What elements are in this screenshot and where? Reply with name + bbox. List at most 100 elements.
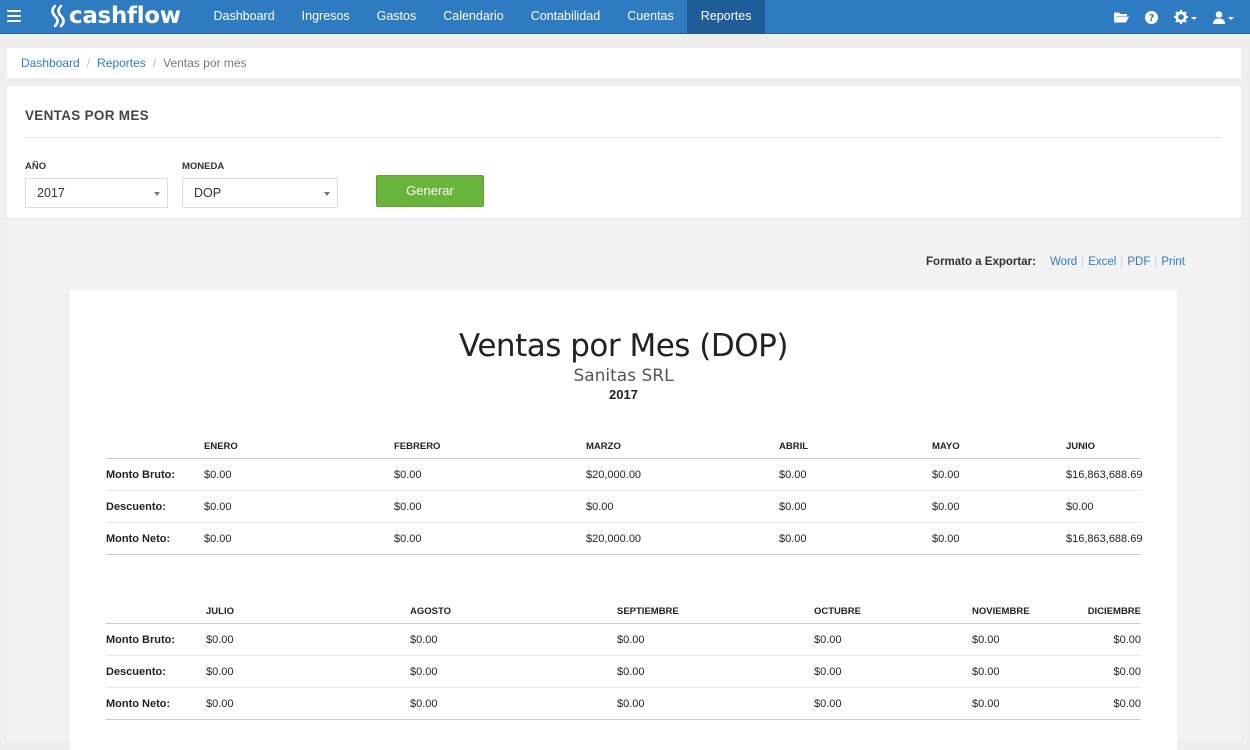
breadcrumb-reportes[interactable]: Reportes [97, 56, 146, 70]
table-cell: $0.00 [410, 634, 438, 646]
month-header: SEPTIEMBRE [617, 606, 679, 617]
table-cell: $0.00 [1113, 666, 1141, 678]
help-icon[interactable]: ? [1145, 10, 1158, 24]
export-label: Formato a Exportar: [926, 256, 1036, 268]
table-cell: $16,863,688.69 [1066, 533, 1143, 545]
table-cell: $0.00 [972, 698, 1000, 710]
table-cell: $0.00 [779, 501, 807, 513]
menu-icon[interactable] [7, 10, 21, 22]
table-cell: $0.00 [206, 634, 234, 646]
svg-text:?: ? [1149, 13, 1155, 24]
month-header: JULIO [206, 606, 234, 617]
table-cell: $0.00 [394, 501, 422, 513]
table-cell: $0.00 [586, 501, 614, 513]
nav-contabilidad[interactable]: Contabilidad [517, 0, 614, 34]
table-cell: $0.00 [204, 501, 232, 513]
table-cell: $0.00 [932, 501, 960, 513]
row-label: Monto Neto: [106, 698, 171, 710]
table-cell: $0.00 [814, 634, 842, 646]
table-row: Monto Bruto: $0.00 $0.00 $0.00 $0.00 $0.… [106, 624, 1141, 656]
table-cell: $0.00 [206, 698, 234, 710]
table-cell: $0.00 [972, 634, 1000, 646]
cashflow-logo-icon [51, 4, 65, 28]
month-header: ABRIL [779, 441, 809, 452]
nav-reportes[interactable]: Reportes [687, 0, 765, 34]
months-table-second-half: JULIO AGOSTO SEPTIEMBRE OCTUBRE NOVIEMBR… [106, 596, 1141, 720]
divider [25, 137, 1222, 138]
table-header: JULIO AGOSTO SEPTIEMBRE OCTUBRE NOVIEMBR… [106, 596, 1141, 624]
breadcrumb: Dashboard / Reportes / Ventas por mes [7, 48, 1241, 78]
export-print-link[interactable]: Print [1156, 256, 1190, 268]
nav-right-tools: ? [1114, 0, 1250, 34]
table-row: Descuento: $0.00 $0.00 $0.00 $0.00 $0.00… [106, 656, 1141, 688]
page-title: VENTAS POR MES [25, 108, 149, 123]
table-cell: $0.00 [204, 533, 232, 545]
chevron-down-icon [154, 192, 160, 196]
report-document: Ventas por Mes (DOP) Sanitas SRL 2017 EN… [70, 290, 1177, 750]
gear-icon[interactable] [1174, 10, 1197, 24]
months-table-first-half: ENERO FEBRERO MARZO ABRIL MAYO JUNIO Mon… [106, 431, 1143, 555]
breadcrumb-current: Ventas por mes [163, 56, 247, 70]
table-cell: $0.00 [932, 533, 960, 545]
breadcrumb-dashboard[interactable]: Dashboard [21, 56, 80, 70]
row-label: Monto Bruto: [106, 634, 176, 646]
report-year: 2017 [609, 387, 638, 402]
month-header: ENERO [204, 441, 238, 452]
table-row: Descuento: $0.00 $0.00 $0.00 $0.00 $0.00… [106, 491, 1141, 523]
year-select[interactable]: 2017 [25, 178, 168, 208]
row-label: Descuento: [106, 501, 166, 513]
month-header: OCTUBRE [814, 606, 861, 617]
table-cell: $0.00 [617, 698, 645, 710]
export-pdf-link[interactable]: PDF [1122, 256, 1155, 268]
report-panel: VENTAS POR MES AÑO 2017 MONEDA DOP Gener… [7, 86, 1241, 750]
month-header: FEBRERO [394, 441, 441, 452]
table-cell: $20,000.00 [586, 533, 642, 545]
chevron-down-icon [1228, 16, 1234, 20]
month-header: MAYO [932, 441, 960, 452]
table-cell: $0.00 [814, 698, 842, 710]
export-excel-link[interactable]: Excel [1083, 256, 1121, 268]
table-cell: $0.00 [617, 634, 645, 646]
row-label: Monto Bruto: [106, 469, 176, 481]
top-navbar: cashflow Dashboard Ingresos Gastos Calen… [0, 0, 1250, 34]
month-header: DICIEMBRE [1087, 606, 1141, 617]
export-word-link[interactable]: Word [1045, 256, 1082, 268]
table-cell: $0.00 [814, 666, 842, 678]
report-title: Ventas por Mes (DOP) [459, 328, 788, 364]
table-cell: $0.00 [410, 666, 438, 678]
breadcrumb-separator: / [152, 56, 157, 70]
table-cell: $0.00 [394, 469, 422, 481]
folder-icon[interactable] [1114, 11, 1129, 23]
nav-gastos[interactable]: Gastos [363, 0, 430, 34]
month-header: AGOSTO [410, 606, 451, 617]
table-cell: $0.00 [410, 698, 438, 710]
table-cell: $0.00 [779, 469, 807, 481]
nav-calendario[interactable]: Calendario [430, 0, 517, 34]
year-label: AÑO [25, 161, 47, 172]
table-cell: $0.00 [206, 666, 234, 678]
month-header: JUNIO [1066, 441, 1096, 452]
year-select-value: 2017 [37, 186, 65, 200]
brand-logo[interactable]: cashflow [48, 3, 181, 29]
nav-ingresos[interactable]: Ingresos [288, 0, 363, 34]
nav-cuentas[interactable]: Cuentas [614, 0, 688, 34]
table-cell: $0.00 [779, 533, 807, 545]
report-preview-area: Formato a Exportar: Word Excel PDF Print… [7, 218, 1241, 750]
table-header: ENERO FEBRERO MARZO ABRIL MAYO JUNIO [106, 431, 1141, 459]
brand-name: cashflow [69, 3, 181, 29]
table-cell: $0.00 [972, 666, 1000, 678]
nav-dashboard[interactable]: Dashboard [200, 0, 288, 34]
currency-label: MONEDA [182, 161, 225, 172]
table-cell: $0.00 [1113, 634, 1141, 646]
report-company: Sanitas SRL [573, 366, 674, 386]
table-row: Monto Neto: $0.00 $0.00 $20,000.00 $0.00… [106, 523, 1143, 555]
generate-button[interactable]: Generar [376, 175, 484, 207]
main-nav: Dashboard Ingresos Gastos Calendario Con… [200, 0, 765, 34]
user-icon[interactable] [1213, 10, 1234, 24]
currency-select[interactable]: DOP [182, 178, 338, 208]
table-row: Monto Neto: $0.00 $0.00 $0.00 $0.00 $0.0… [106, 688, 1141, 720]
table-cell: $0.00 [617, 666, 645, 678]
month-header: NOVIEMBRE [972, 606, 1030, 617]
chevron-down-icon [324, 192, 330, 196]
table-cell: $0.00 [1113, 698, 1141, 710]
